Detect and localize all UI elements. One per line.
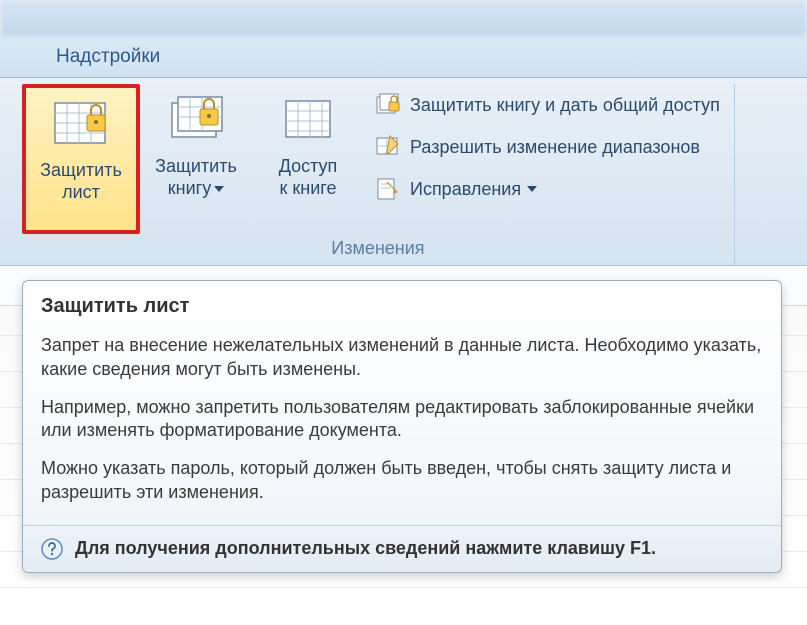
tooltip-paragraph-3: Можно указать пароль, который должен быт… (41, 457, 763, 505)
title-bar (0, 0, 807, 36)
chevron-down-icon (214, 186, 224, 192)
share-workbook-label-2: к книге (280, 178, 337, 200)
protect-workbook-label-2: книгу (168, 178, 224, 200)
share-workbook-label-1: Доступ (279, 156, 338, 178)
share-workbook-button[interactable]: Доступ к книге (252, 84, 364, 234)
protect-sheet-label-2: лист (62, 182, 100, 204)
ribbon-stacked-column: Защитить книгу и дать общий доступ Разре… (364, 84, 734, 234)
ribbon-group-changes: Защитить лист (22, 84, 735, 265)
range-edit-icon (374, 133, 402, 161)
ribbon-group-caption: Изменения (331, 234, 424, 261)
allow-edit-ranges-label: Разрешить изменение диапазонов (410, 137, 700, 158)
protect-sheet-label-1: Защитить (40, 160, 122, 182)
track-changes-icon (374, 175, 402, 203)
ribbon: Защитить лист (0, 78, 807, 266)
workbook-lock-small-icon (374, 91, 402, 119)
workbook-lock-icon (166, 90, 226, 150)
protect-and-share-label: Защитить книгу и дать общий доступ (410, 95, 720, 116)
protect-workbook-label-1: Защитить (155, 156, 237, 178)
tooltip-footer: Для получения дополнительных сведений на… (23, 525, 781, 572)
tooltip-title: Защитить лист (23, 281, 781, 328)
tooltip-body: Запрет на внесение нежелательных изменен… (23, 328, 781, 525)
help-icon (41, 538, 63, 560)
ribbon-buttons-row: Защитить лист (22, 84, 734, 234)
ribbon-tab-strip: Надстройки (0, 36, 807, 78)
workbook-share-icon (278, 90, 338, 150)
chevron-down-icon (527, 186, 537, 192)
sheet-lock-icon (51, 94, 111, 154)
track-changes-label: Исправления (410, 179, 521, 200)
protect-workbook-button[interactable]: Защитить книгу (140, 84, 252, 234)
tooltip-paragraph-1: Запрет на внесение нежелательных изменен… (41, 334, 763, 382)
tab-addins[interactable]: Надстройки (42, 46, 174, 68)
protect-sheet-button[interactable]: Защитить лист (22, 84, 140, 234)
tooltip-card: Защитить лист Запрет на внесение нежелат… (22, 280, 782, 573)
tooltip-footer-text: Для получения дополнительных сведений на… (75, 538, 656, 559)
allow-edit-ranges-button[interactable]: Разрешить изменение диапазонов (374, 130, 720, 164)
protect-and-share-button[interactable]: Защитить книгу и дать общий доступ (374, 88, 720, 122)
tooltip-paragraph-2: Например, можно запретить пользователям … (41, 396, 763, 444)
track-changes-button[interactable]: Исправления (374, 172, 720, 206)
